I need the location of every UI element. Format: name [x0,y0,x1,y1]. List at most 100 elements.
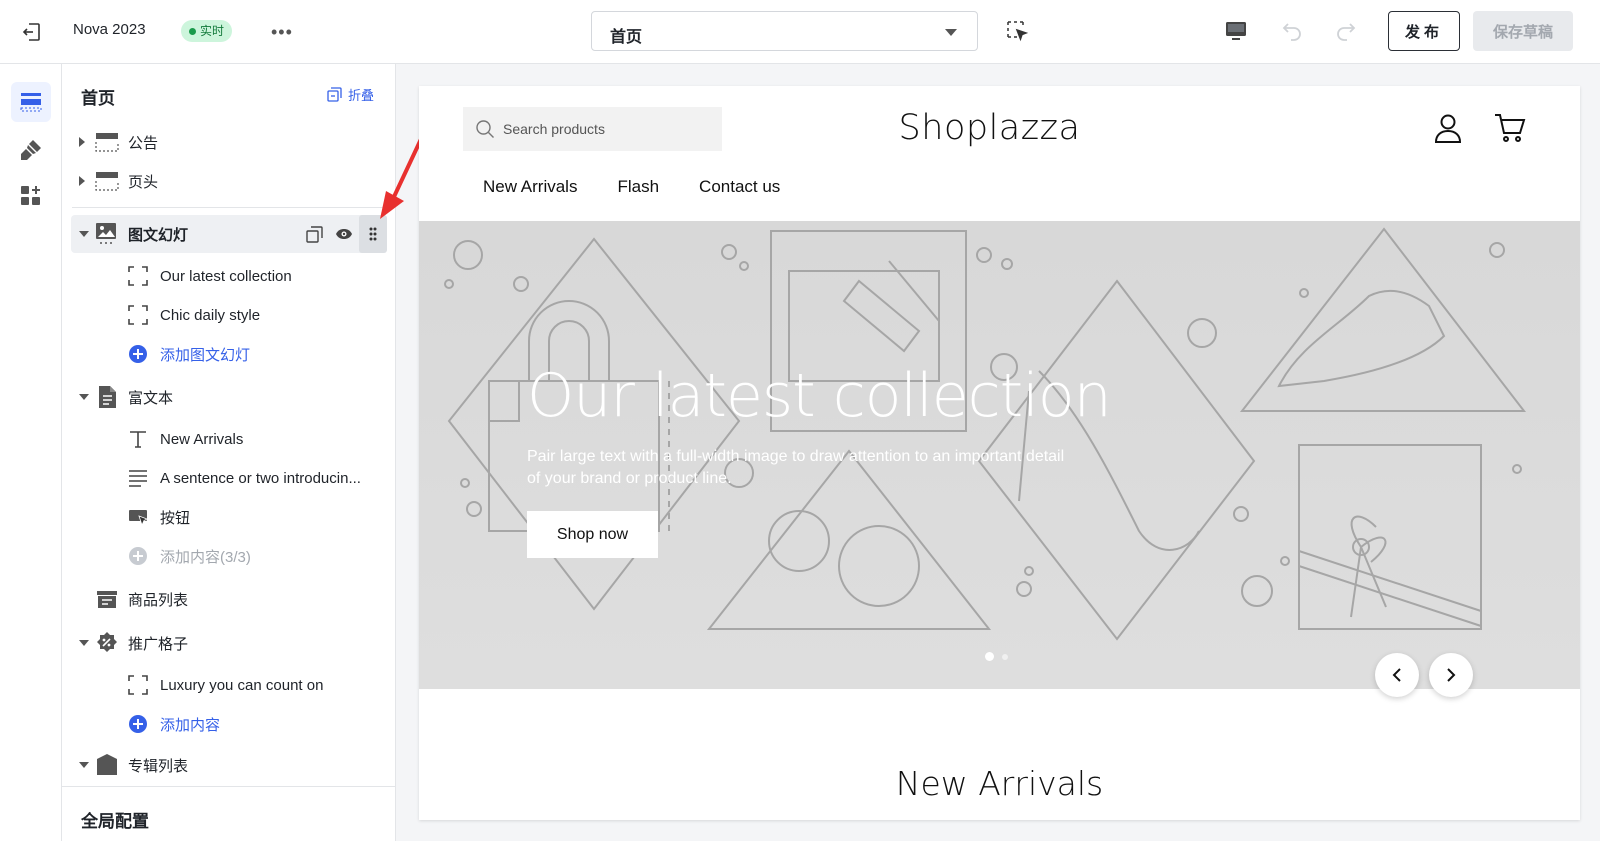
add-slide-button[interactable]: 添加图文幻灯 [62,335,395,373]
section-label: 推广格子 [128,635,189,653]
slide-dot-active[interactable] [985,652,994,661]
block-item[interactable]: Our latest collection [62,257,395,295]
status-badge-label: 实时 [200,24,225,38]
expand-arrow-icon[interactable] [79,176,85,186]
add-content-label: 添加内容(3/3) [160,548,251,566]
block-label: Chic daily style [160,306,261,324]
nav-link[interactable]: Contact us [699,177,780,197]
page-selector[interactable]: 首页 [591,11,978,51]
announcement-icon [95,133,119,152]
page-selector-value: 首页 [610,29,643,46]
nav-link[interactable]: New Arrivals [483,177,577,197]
add-content-button[interactable]: 添加内容 [62,705,395,743]
main-nav: New Arrivals Flash Contact us [483,177,780,197]
add-circle-icon [129,345,147,363]
more-menu-button[interactable]: ••• [271,23,293,41]
section-label: 公告 [128,134,159,152]
section-rich-text[interactable]: 富文本 [62,378,395,416]
block-item[interactable]: Luxury you can count on [62,666,395,704]
collapse-arrow-icon[interactable] [79,762,89,768]
slide-next-button[interactable] [1429,653,1473,697]
slideshow-icon [96,223,116,244]
collapse-arrow-icon[interactable] [79,394,89,400]
collapse-button[interactable]: 折叠 [327,85,374,104]
paint-brush-icon [21,140,41,160]
button-icon [129,510,148,527]
section-label: 图文幻灯 [128,226,189,244]
block-frame-icon [128,675,148,695]
block-item[interactable]: Chic daily style [62,296,395,334]
chevron-left-icon [1392,668,1401,682]
sections-tab[interactable] [11,82,51,122]
store-preview: Search products Shoplazza New Arrivals F… [419,86,1580,820]
desktop-preview-icon[interactable] [1224,19,1248,43]
apps-tab[interactable] [11,176,51,216]
product-list-icon [97,591,117,608]
rich-text-icon [99,386,116,408]
slide-indicators [985,652,1008,661]
collection-list-icon [97,754,117,775]
section-collection-list[interactable]: 专辑列表 [62,746,395,784]
section-heading: New Arrivals [895,764,1104,803]
block-item[interactable]: A sentence or two introducin... [62,459,395,497]
block-frame-icon [128,305,148,325]
duplicate-button[interactable] [299,215,329,253]
section-product-list[interactable]: 商品列表 [62,580,395,618]
live-dot-icon [189,27,196,35]
eye-icon [336,229,352,239]
theme-style-tab[interactable] [11,130,51,170]
section-announcement[interactable]: 公告 [62,123,395,161]
caret-down-icon [945,29,957,36]
add-slide-label: 添加图文幻灯 [160,346,251,364]
cart-icon[interactable] [1494,113,1526,143]
top-bar: Nova 2023 实时 ••• 首页 发布 保存草稿 [0,0,1600,64]
slide-dot[interactable] [1002,653,1008,660]
visibility-toggle[interactable] [329,215,359,253]
nav-link[interactable]: Flash [617,177,659,197]
shop-now-button[interactable]: Shop now [527,511,658,558]
slide-prev-button[interactable] [1375,653,1419,697]
block-label: A sentence or two introducin... [160,469,361,487]
publish-button[interactable]: 发布 [1388,11,1460,51]
section-actions [299,215,387,253]
section-slideshow[interactable]: 图文幻灯 [71,215,387,253]
select-element-icon[interactable] [1006,20,1028,42]
global-settings-label: 全局配置 [81,812,149,831]
section-label: 页头 [128,173,159,191]
panel-title: 首页 [81,89,115,108]
redo-icon[interactable] [1334,19,1358,43]
hero-subtitle: Pair large text with a full-width image … [527,448,1065,487]
divider [72,207,386,208]
sections-icon [20,93,42,112]
account-icon[interactable] [1434,113,1462,143]
hero-slideshow: Our latest collection Pair large text wi… [419,221,1580,689]
collapse-label: 折叠 [348,88,375,103]
save-draft-button[interactable]: 保存草稿 [1473,11,1573,51]
collapse-arrow-icon[interactable] [79,640,89,646]
heading-icon [130,431,146,448]
block-item[interactable]: New Arrivals [62,420,395,458]
collapse-arrow-icon[interactable] [79,231,89,237]
block-label: Our latest collection [160,267,292,285]
section-header[interactable]: 页头 [62,162,395,200]
duplicate-icon [305,225,323,243]
store-logo[interactable]: Shoplazza [419,108,1580,148]
section-label: 专辑列表 [128,757,189,775]
block-label: 按钮 [160,509,191,527]
status-badge: 实时 [181,20,233,42]
block-label: New Arrivals [160,430,244,448]
add-circle-icon [129,547,147,565]
header-icon [95,172,119,191]
section-label: 商品列表 [128,591,189,609]
add-content-button[interactable]: 添加内容(3/3) [62,537,395,575]
global-settings-button[interactable]: 全局配置 [62,786,395,841]
hero-title: Our latest collection [527,361,1112,431]
exit-icon[interactable] [20,20,44,44]
expand-arrow-icon[interactable] [79,137,85,147]
block-item[interactable]: 按钮 [62,498,395,536]
undo-icon[interactable] [1280,19,1304,43]
section-promo-grid[interactable]: 推广格子 [62,624,395,662]
store-logo-text: Shoplazza [898,108,1081,148]
drag-handle-icon [369,227,377,241]
add-content-label: 添加内容 [160,716,221,734]
